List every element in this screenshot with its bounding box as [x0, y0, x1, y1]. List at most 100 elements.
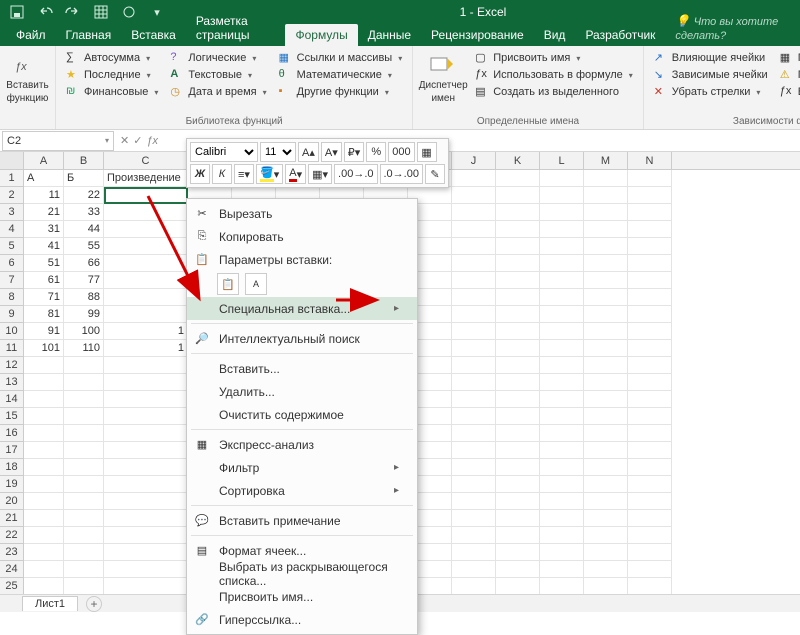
sheet-tab-1[interactable]: Лист1 [22, 596, 78, 611]
row-header[interactable]: 21 [0, 510, 24, 527]
cell[interactable] [584, 272, 628, 289]
cell[interactable] [496, 221, 540, 238]
cell[interactable]: 44 [64, 221, 104, 238]
cell[interactable] [584, 289, 628, 306]
cell[interactable] [24, 459, 64, 476]
cell[interactable] [24, 561, 64, 578]
qat-customize-icon[interactable]: ▾ [144, 1, 170, 23]
cell[interactable] [64, 561, 104, 578]
cell[interactable]: 81 [24, 306, 64, 323]
select-all-corner[interactable] [0, 152, 24, 169]
row-header[interactable]: 22 [0, 527, 24, 544]
insert-function-button[interactable]: ƒx Вставить функцию [6, 48, 49, 104]
datetime-button[interactable]: ◷Дата и время▾ [166, 84, 270, 100]
cell[interactable] [452, 374, 496, 391]
cell[interactable] [584, 221, 628, 238]
tab-developer[interactable]: Разработчик [575, 24, 665, 46]
cell[interactable] [584, 204, 628, 221]
cell[interactable] [496, 170, 540, 187]
row-header[interactable]: 11 [0, 340, 24, 357]
cell[interactable] [584, 476, 628, 493]
cell[interactable] [64, 442, 104, 459]
cell[interactable] [496, 425, 540, 442]
increase-decimal-button[interactable]: .0→.00 [380, 164, 423, 184]
cell[interactable] [628, 221, 672, 238]
cell[interactable] [496, 408, 540, 425]
cell[interactable]: 55 [64, 238, 104, 255]
cell[interactable] [628, 578, 672, 594]
cell[interactable] [628, 442, 672, 459]
autosum-button[interactable]: ∑Автосумма▾ [62, 50, 162, 66]
cell[interactable] [24, 442, 64, 459]
ctx-sort[interactable]: Сортировка▸ [187, 479, 417, 502]
cell[interactable] [540, 255, 584, 272]
cell[interactable] [104, 493, 188, 510]
ctx-quick-analysis[interactable]: ▦Экспресс-анализ [187, 433, 417, 456]
cell[interactable] [584, 340, 628, 357]
cell[interactable] [584, 425, 628, 442]
row-header[interactable]: 17 [0, 442, 24, 459]
cell[interactable] [584, 306, 628, 323]
cell[interactable] [584, 238, 628, 255]
cell[interactable] [452, 306, 496, 323]
recent-button[interactable]: ★Последние▾ [62, 67, 162, 83]
cell[interactable]: 41 [24, 238, 64, 255]
tab-view[interactable]: Вид [534, 24, 576, 46]
row-header[interactable]: 12 [0, 357, 24, 374]
ctx-smart-lookup[interactable]: 🔎Интеллектуальный поиск [187, 327, 417, 350]
cell[interactable] [64, 408, 104, 425]
cell[interactable] [540, 425, 584, 442]
font-select[interactable]: Calibri [190, 142, 258, 162]
cell[interactable]: 110 [64, 340, 104, 357]
cell[interactable] [540, 544, 584, 561]
cell[interactable] [104, 425, 188, 442]
decrease-decimal-button[interactable]: .00→.0 [334, 164, 377, 184]
cell[interactable]: 1 [104, 323, 188, 340]
evaluate-button[interactable]: ƒxВычислить формул [776, 84, 800, 100]
row-header[interactable]: 3 [0, 204, 24, 221]
row-header[interactable]: 6 [0, 255, 24, 272]
cell[interactable]: 101 [24, 340, 64, 357]
cell[interactable] [496, 323, 540, 340]
cell[interactable] [104, 204, 188, 221]
ctx-clear[interactable]: Очистить содержимое [187, 403, 417, 426]
cell[interactable] [540, 323, 584, 340]
merge-button[interactable]: ▦ [417, 142, 437, 162]
cell[interactable]: 1 [104, 340, 188, 357]
cell[interactable]: 88 [64, 289, 104, 306]
chevron-down-icon[interactable]: ▾ [105, 136, 109, 145]
cell[interactable] [452, 544, 496, 561]
cell[interactable]: А [24, 170, 64, 187]
trace-dependents-button[interactable]: ↘Зависимые ячейки [650, 67, 772, 83]
cell[interactable] [452, 272, 496, 289]
cell[interactable] [24, 374, 64, 391]
cell[interactable] [584, 187, 628, 204]
row-header[interactable]: 15 [0, 408, 24, 425]
define-name-button[interactable]: ▢Присвоить имя▾ [471, 50, 637, 66]
cell[interactable] [64, 527, 104, 544]
column-header[interactable]: L [540, 152, 584, 169]
accounting-format-button[interactable]: ₽▾ [344, 142, 365, 162]
cell[interactable] [540, 442, 584, 459]
cell[interactable] [452, 493, 496, 510]
cell[interactable] [584, 510, 628, 527]
borders-button[interactable]: ▦▾ [308, 164, 332, 184]
cell[interactable] [628, 476, 672, 493]
name-manager-button[interactable]: Диспетчер имен [419, 48, 467, 104]
cell[interactable] [628, 510, 672, 527]
cell[interactable] [496, 493, 540, 510]
cell[interactable] [64, 459, 104, 476]
column-header[interactable]: M [584, 152, 628, 169]
ctx-hyperlink[interactable]: 🔗Гиперссылка... [187, 608, 417, 631]
ctx-cut[interactable]: ✂Вырезать [187, 202, 417, 225]
row-header[interactable]: 10 [0, 323, 24, 340]
cell[interactable] [584, 170, 628, 187]
cell[interactable] [24, 357, 64, 374]
enter-icon[interactable]: ✓ [133, 134, 142, 147]
save-icon[interactable] [4, 1, 30, 23]
cell[interactable] [628, 170, 672, 187]
cell[interactable] [104, 476, 188, 493]
row-header[interactable]: 18 [0, 459, 24, 476]
column-header[interactable]: K [496, 152, 540, 169]
cell[interactable] [540, 510, 584, 527]
